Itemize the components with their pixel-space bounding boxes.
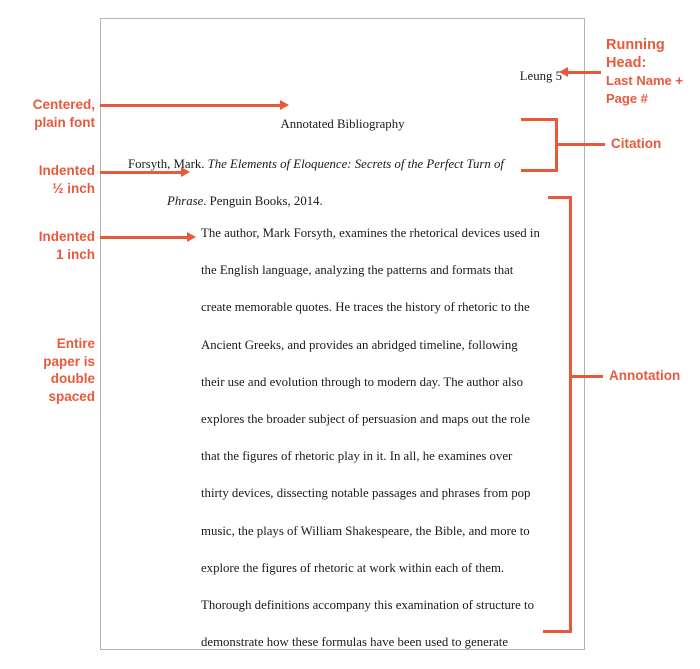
callout-annotation: Annotation: [609, 367, 680, 385]
callout-indented-half-inch: Indented ½ inch: [0, 162, 95, 197]
callout-centered-plain-font: Centered, plain font: [0, 96, 95, 131]
page-title: Annotated Bibliography: [280, 117, 405, 131]
callout-line: Head:: [606, 55, 647, 71]
callout-line: Running: [606, 37, 665, 53]
callout-arrow-centered-plain-font: [100, 104, 282, 107]
annotation-line: that the figures of rhetoric play in it.…: [201, 449, 513, 464]
callout-line: Entire: [56, 336, 95, 351]
callout-line: spaced: [48, 388, 95, 404]
annotation-line: explores the broader subject of persuasi…: [201, 412, 531, 427]
callout-line: double: [50, 371, 95, 386]
arrow-head-icon: [181, 167, 190, 177]
callout-line: ½ inch: [52, 180, 95, 196]
screenshot-root: Leung 5 Annotated Bibliography Forsyth, …: [0, 0, 700, 669]
callout-running-head-sub: Last Name + Page #: [606, 72, 683, 107]
callout-line: Centered,: [32, 97, 95, 112]
paper-page: Leung 5 Annotated Bibliography Forsyth, …: [100, 18, 585, 650]
annotation-line: music, the plays of William Shakespeare,…: [201, 523, 530, 538]
arrow-head-icon: [187, 232, 196, 242]
callout-line: Annotation: [609, 368, 681, 383]
callout-line: Last Name +: [606, 73, 683, 88]
citation-line-1: Forsyth, Mark. The Elements of Eloquence…: [128, 146, 558, 183]
callout-arrow-running-head: [568, 71, 601, 74]
citation-bracket-bottom: [521, 169, 558, 172]
callout-line: paper is: [43, 353, 95, 369]
annotation-paragraph: The author, Mark Forsyth, examines the r…: [201, 215, 566, 669]
callout-line: plain font: [34, 114, 95, 130]
callout-arrow-indented-one-inch: [100, 236, 189, 239]
citation-block: Forsyth, Mark. The Elements of Eloquence…: [128, 146, 558, 220]
callout-indented-one-inch: Indented 1 inch: [0, 228, 95, 263]
annotation-bracket-bottom: [543, 630, 572, 633]
annotation-line: the English language, analyzing the patt…: [201, 263, 514, 278]
citation-title-part2: Phrase: [167, 194, 204, 208]
citation-title-part1: The Elements of Eloquence: Secrets of th…: [207, 157, 504, 171]
arrow-head-icon: [280, 100, 289, 110]
callout-double-spaced: Entire paper is double spaced: [0, 335, 95, 405]
callout-line: Indented: [38, 229, 95, 244]
arrow-head-icon: [559, 67, 568, 77]
citation-author: Forsyth, Mark.: [128, 157, 208, 171]
callout-citation: Citation: [611, 135, 661, 153]
callout-line: 1 inch: [55, 246, 95, 262]
running-head-text: Leung 5: [519, 69, 562, 83]
callout-arrow-indented-half-inch: [100, 171, 183, 174]
annotation-bracket-connector: [569, 375, 603, 378]
annotation-line: famously memorable expressions as well a…: [201, 661, 566, 669]
annotation-line: explore the figures of rhetoric at work …: [201, 560, 505, 575]
callout-line: Citation: [611, 136, 662, 151]
citation-publisher: . Penguin Books, 2014.: [203, 194, 323, 208]
annotation-line: demonstrate how these formulas have been…: [201, 635, 509, 650]
citation-bracket-top: [521, 118, 558, 121]
annotation-bracket-side: [569, 196, 572, 633]
annotation-line: Thorough definitions accompany this exam…: [201, 598, 534, 613]
annotation-line: The author, Mark Forsyth, examines the r…: [201, 226, 540, 240]
annotation-line: their use and evolution through to moder…: [201, 374, 523, 389]
citation-bracket-connector: [555, 143, 605, 146]
annotation-line: create memorable quotes. He traces the h…: [201, 300, 530, 315]
annotation-line: thirty devices, dissecting notable passa…: [201, 486, 531, 501]
callout-running-head-title: Running Head:: [606, 36, 665, 72]
callout-line: Indented: [38, 163, 95, 178]
callout-line: Page #: [606, 90, 648, 106]
annotation-line: Ancient Greeks, and provides an abridged…: [201, 337, 518, 352]
